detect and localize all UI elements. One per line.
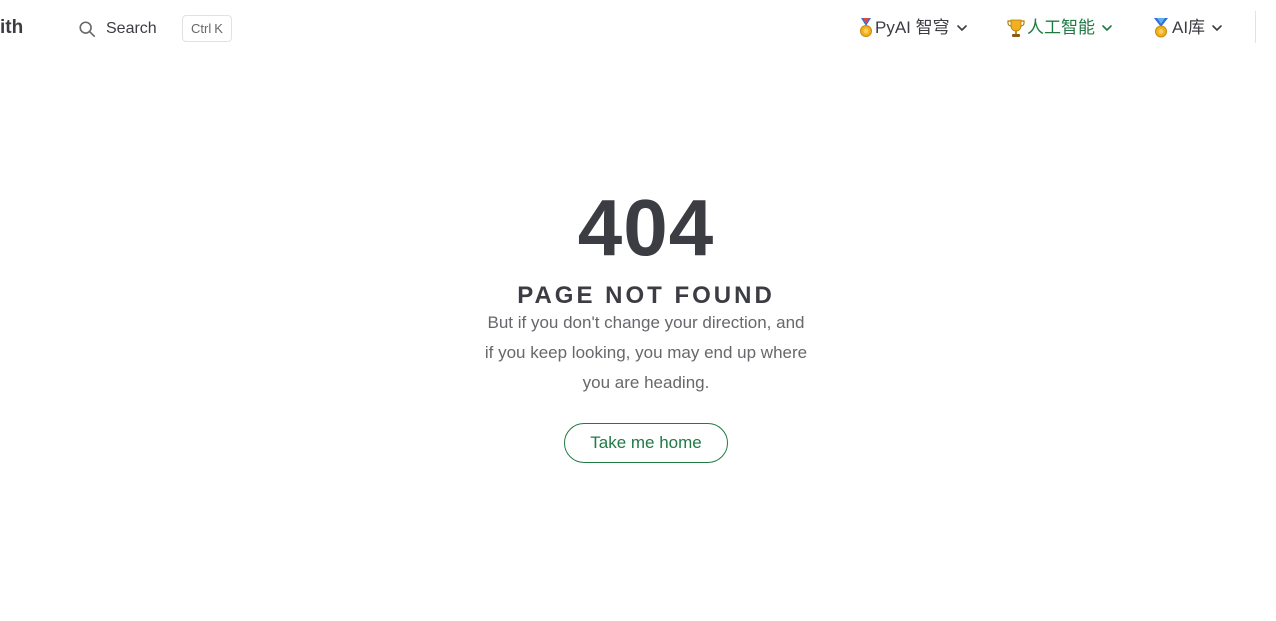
nav-menu-ai-library[interactable]: AI库 bbox=[1151, 14, 1223, 42]
nav-menu-label: AI库 bbox=[1172, 18, 1206, 37]
error-title: PAGE NOT FOUND bbox=[517, 282, 775, 309]
k-key: K bbox=[214, 21, 223, 36]
nav-menu-label: PyAI 智穹 bbox=[875, 18, 950, 37]
medal-icon bbox=[860, 18, 872, 37]
search-label: Search bbox=[106, 20, 157, 37]
nav-menu-ai[interactable]: 人工智能 bbox=[1006, 14, 1113, 42]
nav-menu-pyai[interactable]: PyAI 智穹 bbox=[858, 14, 968, 42]
trophy-icon bbox=[1007, 19, 1025, 37]
error-quote: But if you don't change your direction, … bbox=[484, 313, 808, 392]
chevron-down-icon bbox=[1102, 25, 1112, 31]
search-button[interactable]: Search bbox=[78, 14, 157, 44]
search-shortcut-hint: Ctrl K bbox=[182, 15, 232, 42]
search-icon bbox=[79, 21, 96, 38]
take-me-home-button[interactable]: Take me home bbox=[564, 423, 728, 463]
error-code: 404 bbox=[577, 183, 715, 272]
chevron-down-icon bbox=[956, 25, 967, 31]
medal-icon bbox=[1154, 18, 1168, 38]
nav-menu-label: 人工智能 bbox=[1027, 18, 1095, 37]
chevron-down-icon bbox=[1212, 25, 1222, 31]
ctrl-key: Ctrl bbox=[191, 21, 212, 36]
site-title[interactable]: ith bbox=[0, 16, 23, 40]
navbar: ith Search Ctrl K PyAI 智穹 人工智能 AI库 bbox=[0, 0, 1276, 56]
nav-divider bbox=[1255, 11, 1256, 43]
